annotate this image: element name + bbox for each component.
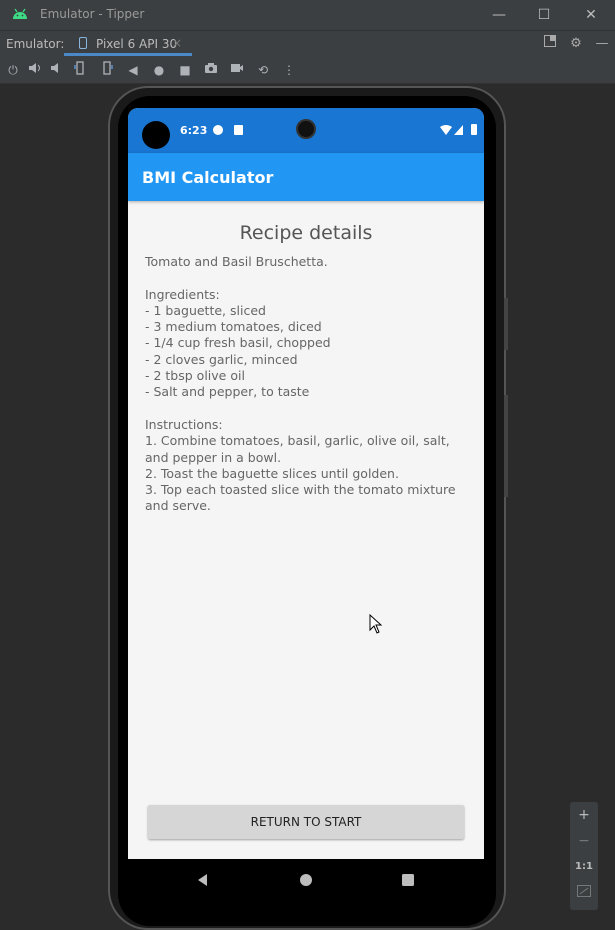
zoom-out-button[interactable]: − (570, 828, 598, 854)
more-icon[interactable]: ⋮ (280, 61, 298, 79)
home-icon[interactable]: ● (150, 61, 168, 79)
screenshot-icon[interactable] (202, 61, 220, 79)
device-screen: 6:23 BMI Calculator Recipe details Tomat… (128, 108, 484, 901)
status-bar: 6:23 (128, 108, 484, 153)
status-time: 6:23 (180, 124, 208, 137)
battery-icon (471, 124, 477, 135)
nav-back-icon[interactable] (194, 871, 212, 889)
app-bar: BMI Calculator (128, 153, 484, 201)
power-icon[interactable]: ⏻ (4, 61, 22, 79)
app-title: BMI Calculator (142, 168, 274, 187)
overview-icon[interactable]: ■ (176, 61, 194, 79)
window-title: Emulator - Tipper (40, 7, 145, 21)
nav-home-icon[interactable] (297, 871, 315, 889)
camera-icon (296, 119, 316, 139)
sd-card-icon (234, 125, 243, 135)
signal-icon (454, 125, 463, 135)
nav-overview-icon[interactable] (399, 871, 417, 889)
front-camera-cutout (142, 121, 170, 149)
page-title: Recipe details (239, 222, 373, 244)
actual-size-button[interactable]: 1:1 (570, 854, 598, 880)
volume-up-icon[interactable] (26, 61, 44, 79)
hide-panel-icon[interactable]: — (593, 35, 611, 53)
rotate-right-icon[interactable] (98, 61, 116, 79)
volume-down-icon[interactable] (48, 61, 66, 79)
emulator-tab-bar: Emulator: Pixel 6 API 30 × ⚙ — (0, 30, 615, 56)
tab-close-icon[interactable]: × (172, 36, 182, 50)
zoom-in-button[interactable]: + (570, 802, 598, 828)
volume-side-button[interactable] (504, 395, 508, 497)
fit-screen-icon[interactable] (570, 880, 598, 906)
rotate-left-icon[interactable] (71, 61, 89, 79)
window-title-bar: Emulator - Tipper — ☐ ✕ (0, 0, 615, 30)
phone-icon (79, 37, 87, 49)
record-icon[interactable] (228, 61, 246, 79)
emulator-toolbar: ⏻ ◀ ● ■ ⟲ ⋮ (0, 56, 615, 84)
close-button[interactable]: ✕ (579, 4, 603, 26)
android-logo-icon (13, 8, 27, 19)
reset-icon[interactable]: ⟲ (254, 61, 272, 79)
emulator-label: Emulator: (6, 37, 65, 51)
settings-gear-icon[interactable]: ⚙ (567, 35, 585, 53)
power-side-button[interactable] (504, 298, 508, 350)
recipe-text: Tomato and Basil Bruschetta. Ingredients… (145, 254, 456, 514)
notification-icon (213, 125, 223, 135)
nav-bar (128, 859, 484, 901)
layout-icon[interactable] (541, 35, 559, 53)
minimize-button[interactable]: — (487, 4, 511, 26)
wifi-icon (440, 125, 452, 135)
tab-label: Pixel 6 API 30 (96, 37, 178, 51)
mouse-cursor-icon (369, 614, 383, 634)
tab-pixel-6[interactable]: Pixel 6 API 30 × (64, 31, 192, 56)
return-to-start-button[interactable]: RETURN TO START (148, 805, 464, 839)
back-icon[interactable]: ◀ (124, 61, 142, 79)
zoom-controls: + − 1:1 (570, 802, 598, 910)
maximize-button[interactable]: ☐ (532, 4, 556, 26)
